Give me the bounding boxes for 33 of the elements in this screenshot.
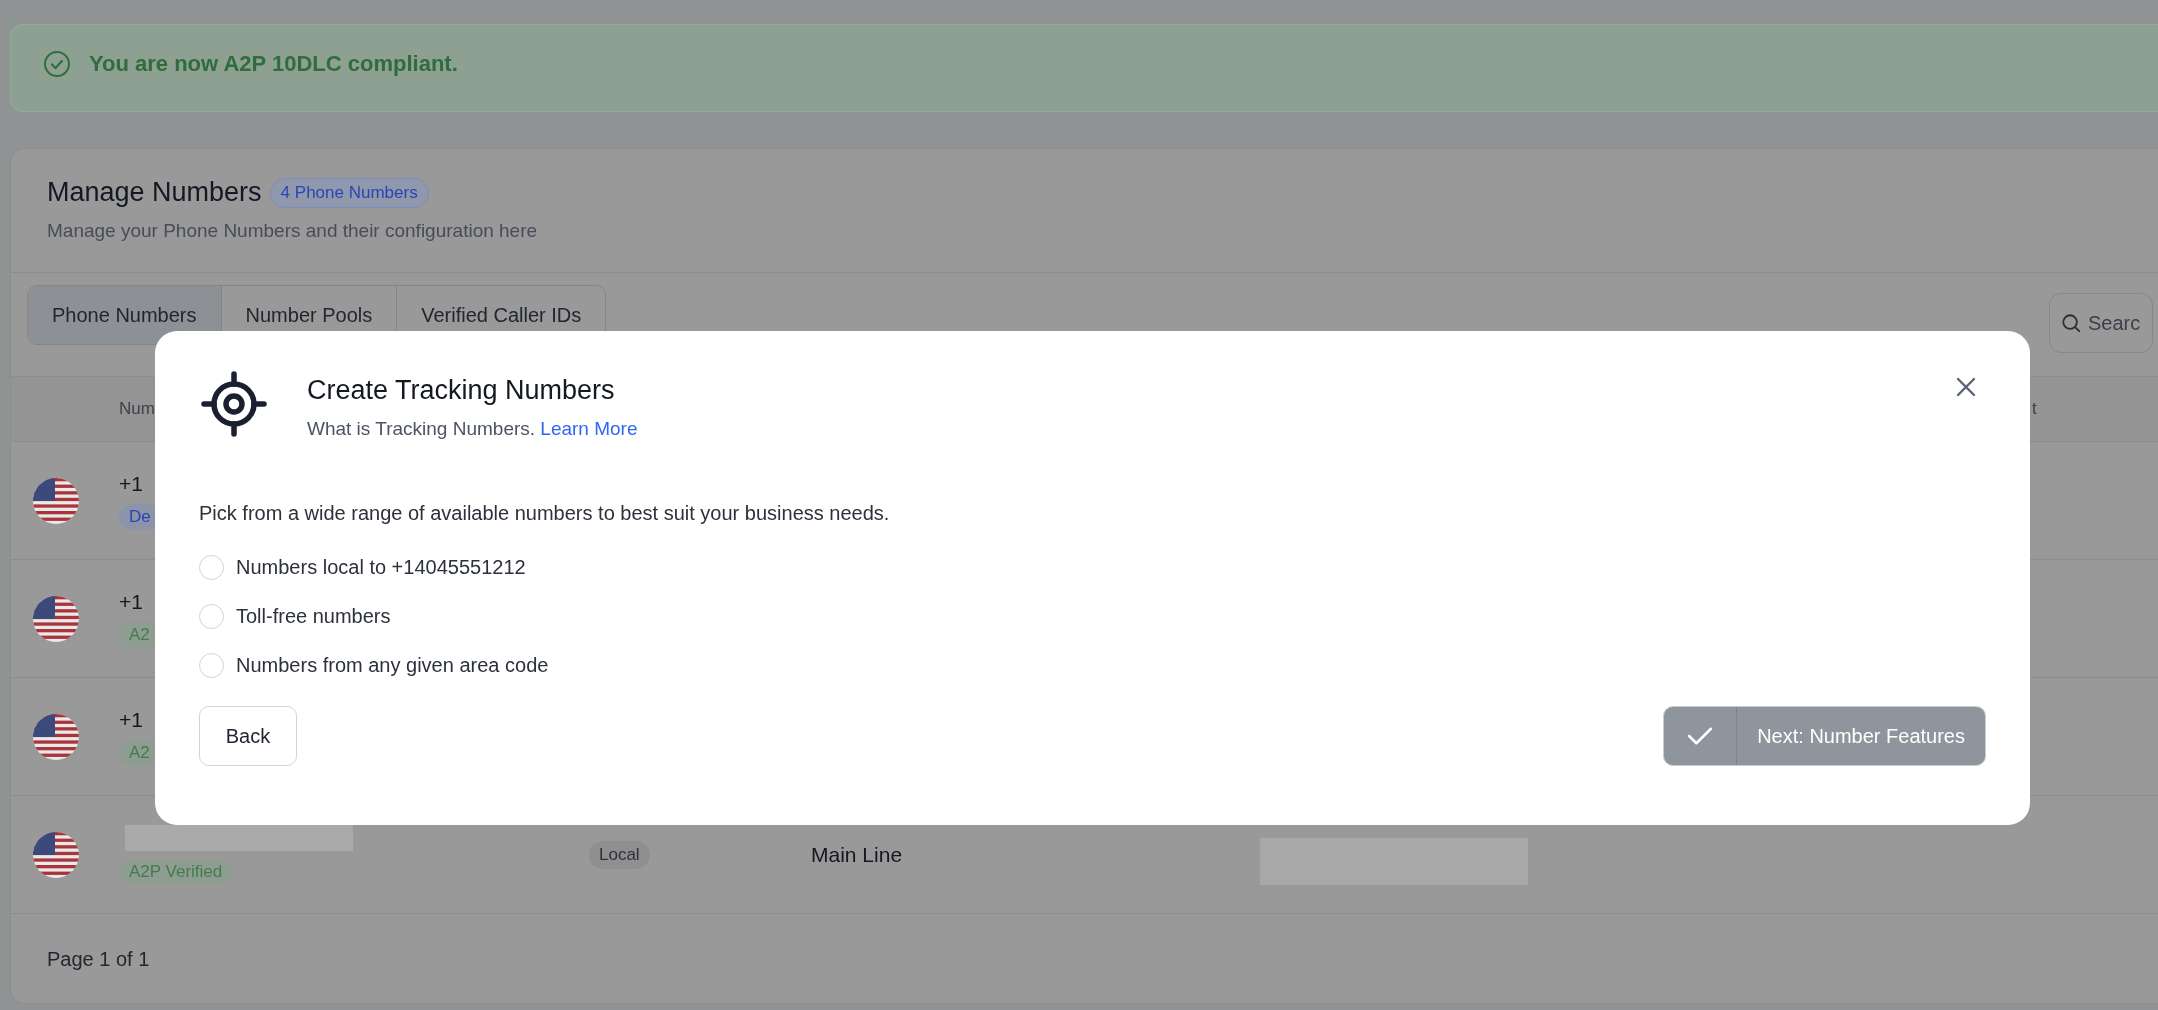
phone-number: +1 [119,707,143,732]
search-field[interactable]: Searc [2049,293,2153,353]
phone-number: +1 [119,471,143,496]
option-label: Numbers from any given area code [236,654,549,677]
phone-number: +1 [119,589,143,614]
us-flag-icon [33,831,79,878]
column-header: Num [119,399,156,419]
modal-prompt: Pick from a wide range of available numbers to best suit your business needs. [199,502,891,525]
count-badge: 4 Phone Numbers [269,177,429,208]
card-subtitle: Manage your Phone Numbers and their configuration here [47,220,539,242]
number-name: Main Line [811,842,903,867]
search-icon [2061,313,2081,333]
status-tag: A2P Verified [119,858,233,885]
us-flag-icon [33,713,79,760]
check-circle-icon [43,50,71,78]
learn-more-link[interactable]: Learn More [540,418,638,439]
us-flag-icon [33,477,79,524]
pagination-text: Page 1 of 1 [47,947,150,971]
banner-message: You are now A2P 10DLC compliant. [89,51,458,77]
check-icon [1687,726,1714,746]
column-header: t [2032,399,2038,419]
us-flag-icon [33,595,79,642]
close-icon [1956,377,1976,397]
option-label: Toll-free numbers [236,605,391,628]
card-title: Manage Numbers [47,177,262,208]
crosshair-icon [201,371,267,437]
next-button[interactable]: Next: Number Features [1663,706,1986,766]
modal-subtitle: What is Tracking Numbers. Learn More [307,418,639,440]
option-label: Numbers local to +14045551212 [236,556,526,579]
modal-title: Create Tracking Numbers [307,375,616,406]
back-button[interactable]: Back [199,706,297,766]
type-tag: Local [589,840,650,869]
tab[interactable]: Phone Numbers [28,286,221,344]
